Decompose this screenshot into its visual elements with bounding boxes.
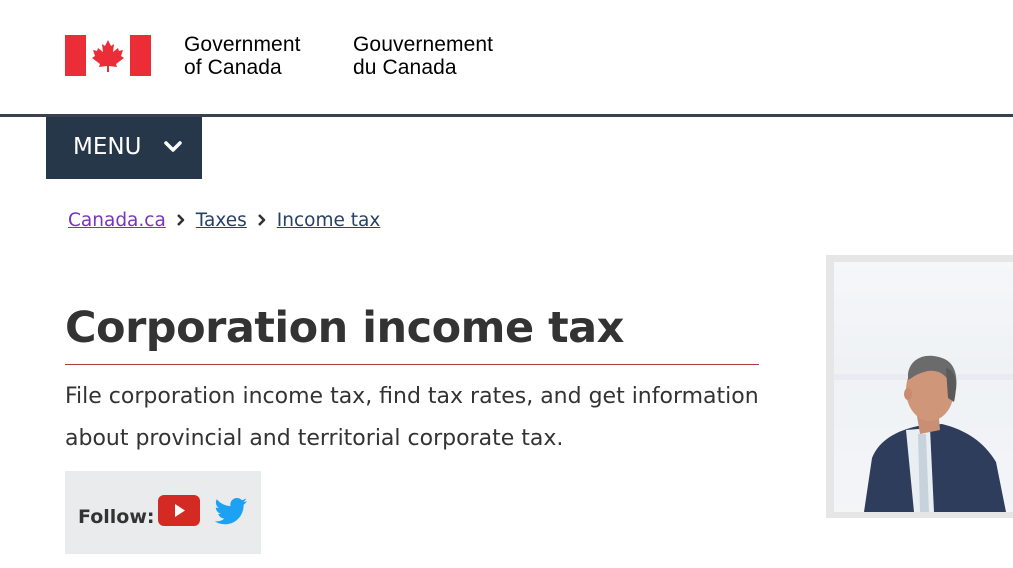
breadcrumb-home-link[interactable]: Canada.ca bbox=[68, 210, 166, 231]
breadcrumb: Canada.ca Taxes Income tax bbox=[68, 210, 380, 232]
businessman-photo bbox=[834, 262, 1013, 512]
menu-label: MENU bbox=[73, 134, 142, 160]
follow-label: Follow: bbox=[78, 506, 155, 528]
twitter-icon[interactable] bbox=[213, 494, 249, 528]
youtube-icon[interactable] bbox=[158, 495, 200, 526]
signature-fr-line1: Gouvernement bbox=[353, 33, 494, 56]
page-lead-text: File corporation income tax, find tax ra… bbox=[65, 384, 759, 451]
breadcrumb-income-tax-link[interactable]: Income tax bbox=[277, 210, 381, 231]
page-title: Corporation income tax bbox=[65, 303, 624, 353]
signature-en-line2: of Canada bbox=[184, 56, 282, 79]
follow-box: Follow: bbox=[65, 471, 261, 554]
title-underline bbox=[65, 364, 759, 365]
signature-english[interactable]: Government of Canada bbox=[184, 33, 301, 79]
breadcrumb-taxes-link[interactable]: Taxes bbox=[196, 210, 247, 231]
chevron-down-icon[interactable] bbox=[164, 140, 182, 154]
site-header: Government of Canada Gouvernement du Can… bbox=[0, 0, 1013, 114]
chevron-right-icon bbox=[247, 211, 277, 232]
signature-fr-line2: du Canada bbox=[353, 56, 457, 79]
canada-flag-icon[interactable] bbox=[65, 35, 151, 76]
chevron-right-icon bbox=[166, 211, 196, 232]
signature-french[interactable]: Gouvernement du Canada bbox=[353, 33, 493, 79]
signature-en-line1: Government bbox=[184, 33, 301, 56]
